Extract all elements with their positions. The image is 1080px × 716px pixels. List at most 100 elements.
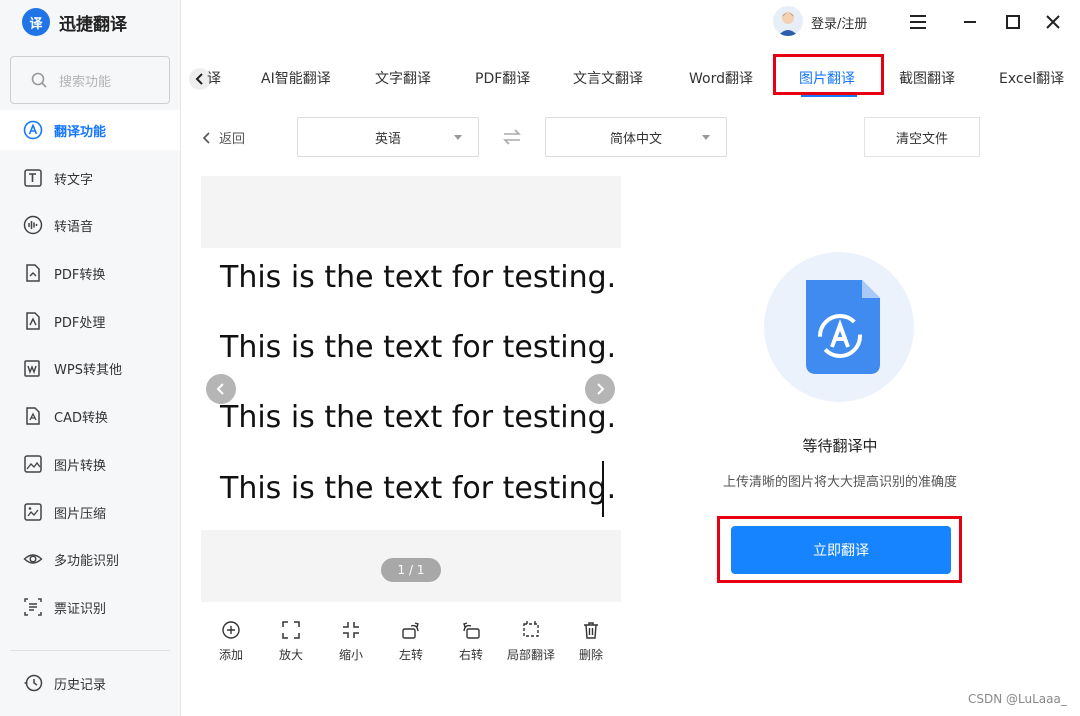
sidebar: 译 迅捷翻译 搜索功能 翻译功能 转文字 转语音 PDF转换 PDF处理 WPS… [0,0,181,716]
tab-pdf-translate[interactable]: PDF翻译 [475,68,530,88]
preview-text-line: This is the text for testing. [220,400,617,435]
sidebar-item-label: 多功能识别 [54,553,120,569]
sidebar-item-wps[interactable]: WPS转其他 [0,348,180,388]
tab-ai-translate[interactable]: AI智能翻译 [261,68,331,88]
sidebar-item-text[interactable]: 转文字 [0,158,180,198]
tab-text-translate[interactable]: 文字翻译 [375,68,431,88]
rotate-left-icon [402,622,419,639]
menu-button[interactable] [906,10,930,34]
search-input[interactable]: 搜索功能 [10,56,170,104]
wps-icon [22,357,44,379]
sidebar-item-history[interactable]: 历史记录 [0,663,180,703]
swap-icon [503,129,521,145]
cad-icon [22,405,44,427]
sidebar-item-ticket[interactable]: 票证识别 [0,587,180,627]
rotate-right-button[interactable]: 右转 [441,620,501,663]
watermark: CSDN @LuLaaa_ [968,692,1067,706]
rotate-left-button[interactable]: 左转 [381,620,441,663]
tab-excel-translate[interactable]: Excel翻译 [999,68,1064,88]
close-button[interactable] [1041,10,1065,34]
avatar[interactable] [773,6,803,36]
status-tip: 上传清晰的图片将大大提高识别的准确度 [722,475,957,490]
tab-partial[interactable]: 译 [207,68,221,88]
image-compress-icon [22,501,44,523]
sidebar-item-label: 图片压缩 [54,506,107,522]
next-image-button[interactable] [585,374,615,404]
add-icon [222,621,240,639]
zoom-in-button[interactable]: 放大 [261,620,321,663]
audio-icon [22,214,44,236]
page-indicator: 1 / 1 [381,558,441,582]
tool-label: 右转 [458,648,483,662]
preview-text-line: This is the text for testing. [220,330,617,365]
back-label: 返回 [219,132,246,147]
tool-label: 添加 [218,648,243,662]
sidebar-item-pdf-convert[interactable]: PDF转换 [0,253,180,293]
sidebar-item-audio[interactable]: 转语音 [0,205,180,245]
highlight-box-tab [773,54,884,95]
sidebar-item-label: 翻译功能 [54,124,107,140]
sidebar-item-label: 转文字 [54,172,94,188]
waiting-illustration [764,252,914,402]
source-language-select[interactable]: 英语 [297,117,479,157]
close-icon [1046,15,1060,29]
highlight-box-button [717,516,962,583]
image-convert-icon [22,453,44,475]
text-cursor [602,461,604,517]
tab-screenshot-translate[interactable]: 截图翻译 [899,68,955,88]
app-title: 迅捷翻译 [59,14,127,35]
app-logo: 译 迅捷翻译 [22,8,127,36]
prev-image-button[interactable] [206,374,236,404]
tab-classical-translate[interactable]: 文言文翻译 [573,68,643,88]
pdf-process-icon [22,310,44,332]
tab-word-translate[interactable]: Word翻译 [689,68,753,88]
partial-translate-button[interactable]: 局部翻译 [501,620,561,663]
sidebar-item-image-compress[interactable]: 图片压缩 [0,492,180,532]
target-language-select[interactable]: 简体中文 [545,117,727,157]
ticket-icon [22,596,44,618]
swap-language-button[interactable] [502,128,522,150]
maximize-button[interactable] [1001,10,1025,34]
menu-icon [910,15,926,29]
status-title: 等待翻译中 [802,437,878,455]
pdf-convert-icon [22,262,44,284]
sidebar-item-translate[interactable]: 翻译功能 [0,110,180,150]
history-icon [22,672,44,694]
translate-document-icon [806,280,880,374]
sidebar-item-pdf-process[interactable]: PDF处理 [0,301,180,341]
tool-label: 左转 [398,648,423,662]
title-bar: 登录/注册 [181,0,1080,44]
sidebar-item-label: 转语音 [54,219,94,235]
feature-tabs: 译 AI智能翻译 文字翻译 PDF翻译 文言文翻译 Word翻译 图片翻译 截图… [181,58,1080,98]
preview-text-line: This is the text for testing. [220,471,617,506]
back-button[interactable]: 返回 [201,128,245,147]
image-preview-panel: This is the text for testing. This is th… [201,176,621,602]
minimize-button[interactable] [958,10,982,34]
translate-icon [22,119,44,141]
trash-icon [584,622,598,639]
tool-label: 局部翻译 [506,648,555,662]
eye-icon [22,548,44,570]
delete-button[interactable]: 删除 [561,620,621,663]
login-link[interactable]: 登录/注册 [811,13,867,32]
sidebar-item-label: PDF转换 [54,267,106,283]
sidebar-item-image-convert[interactable]: 图片转换 [0,444,180,484]
chevron-left-icon [216,383,224,395]
zoom-out-button[interactable]: 缩小 [321,620,381,663]
sidebar-item-cad[interactable]: CAD转换 [0,396,180,436]
search-placeholder: 搜索功能 [59,74,112,90]
tool-label: 删除 [578,648,603,662]
source-language-value: 英语 [374,131,401,147]
image-tools: 添加 放大 缩小 左转 右转 局部翻译 删除 [201,620,621,670]
chevron-left-icon [202,131,210,144]
sidebar-item-label: 历史记录 [54,677,107,693]
shrink-icon [343,622,359,638]
caret-down-icon [454,135,462,140]
chevron-right-icon [597,383,605,395]
preview-text-line: This is the text for testing. [220,260,617,295]
sidebar-item-recognize[interactable]: 多功能识别 [0,539,180,579]
tool-label: 放大 [278,648,303,662]
clear-files-button[interactable]: 清空文件 [864,117,980,157]
app-logo-icon: 译 [22,8,50,36]
add-button[interactable]: 添加 [201,620,261,663]
